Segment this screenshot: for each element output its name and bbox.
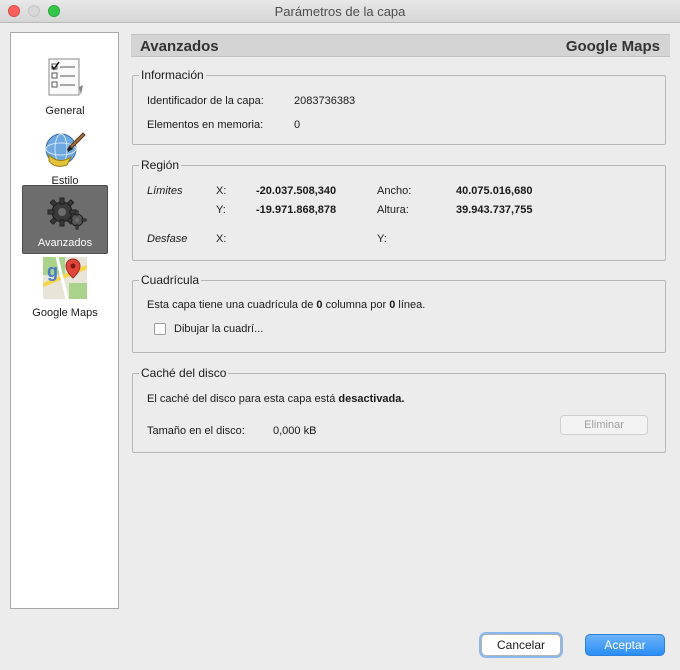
disk-cache-group: Caché del disco El caché del disco para … [132, 366, 666, 453]
info-group: Información Identificador de la capa: 20… [132, 68, 666, 145]
region-group-title: Región [139, 158, 182, 172]
layer-type-title: Google Maps [565, 38, 660, 55]
limits-label: Límites [147, 185, 183, 197]
limits-x-value: -20.037.508,340 [256, 185, 337, 197]
offset-y-label: Y: [377, 233, 387, 245]
offset-x-label: X: [216, 233, 227, 245]
svg-text:g: g [47, 261, 58, 281]
disk-size-label: Tamaño en el disco: [147, 425, 245, 437]
panel-header: Avanzados Google Maps [131, 34, 670, 57]
grid-group: Cuadrícula Esta capa tiene una cuadrícul… [132, 273, 666, 353]
offset-label: Desfase [147, 233, 188, 245]
limits-x-label: X: [216, 185, 227, 197]
sidebar-item-label: Avanzados [37, 237, 93, 249]
checklist-icon [48, 58, 83, 96]
layer-id-label: Identificador de la capa: [147, 95, 264, 107]
height-label: Altura: [377, 204, 409, 216]
limits-y-value: -19.971.868,878 [256, 204, 337, 216]
grid-description: Esta capa tiene una cuadrícula de 0 colu… [147, 299, 426, 311]
window-title: Parámetros de la capa [274, 4, 406, 19]
grid-group-title: Cuadrícula [139, 273, 202, 287]
title-bar: Parámetros de la capa [0, 0, 680, 23]
memory-elements-label: Elementos en memoria: [147, 119, 264, 131]
disk-cache-description: El caché del disco para esta capa está d… [147, 393, 405, 405]
disk-cache-group-title: Caché del disco [139, 366, 229, 380]
accept-button[interactable]: Aceptar [585, 634, 665, 656]
sidebar-item-general[interactable]: General [22, 53, 108, 122]
sidebar: General Estilo Avanzados g Google Maps [10, 32, 119, 609]
cancel-button[interactable]: Cancelar [481, 634, 561, 656]
width-value: 40.075.016,680 [456, 185, 533, 197]
disk-cache-status: desactivada. [338, 393, 405, 405]
panel-title: Avanzados [140, 38, 219, 55]
draw-grid-checkbox[interactable] [154, 323, 166, 335]
draw-grid-label[interactable]: Dibujar la cuadrí... [174, 323, 263, 335]
height-value: 39.943.737,755 [456, 204, 533, 216]
gears-icon [47, 197, 87, 230]
width-label: Ancho: [377, 185, 412, 197]
sidebar-item-estilo[interactable]: Estilo [22, 123, 108, 192]
sidebar-item-label: General [45, 105, 85, 117]
google-maps-icon: g [43, 257, 87, 299]
delete-cache-button[interactable]: Eliminar [560, 415, 648, 435]
layer-id-value: 2083736383 [294, 95, 356, 107]
info-group-title: Información [139, 68, 206, 82]
disk-size-value: 0,000 kB [273, 425, 317, 437]
sidebar-item-label: Google Maps [32, 307, 98, 319]
limits-y-label: Y: [216, 204, 226, 216]
region-group: Región Límites X: -20.037.508,340 Ancho:… [132, 158, 666, 261]
sidebar-item-avanzados[interactable]: Avanzados [22, 185, 108, 254]
sidebar-item-google-maps[interactable]: g Google Maps [22, 255, 108, 324]
paint-globe-icon [45, 132, 86, 167]
memory-elements-value: 0 [294, 119, 301, 131]
